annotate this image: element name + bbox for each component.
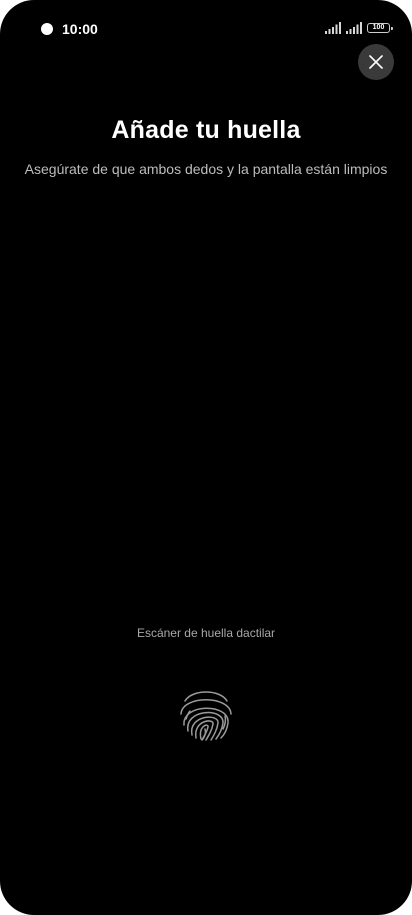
clock: 10:00 — [62, 21, 98, 37]
enrollment-screen: 10:00 100 Añade tu huella Asegúrate de q… — [0, 0, 412, 915]
fingerprint-icon[interactable] — [176, 683, 236, 743]
camera-dot — [41, 23, 53, 35]
close-icon — [369, 55, 383, 69]
page-subtitle: Asegúrate de que ambos dedos y la pantal… — [24, 161, 388, 177]
signal-bars-icon — [346, 22, 362, 34]
status-bar: 10:00 100 — [0, 0, 412, 58]
battery-icon: 100 — [367, 23, 393, 33]
signal-bars-icon — [325, 22, 341, 34]
page-title: Añade tu huella — [111, 116, 301, 144]
close-button[interactable] — [358, 44, 394, 80]
scanner-label: Escáner de huella dactilar — [136, 626, 276, 640]
